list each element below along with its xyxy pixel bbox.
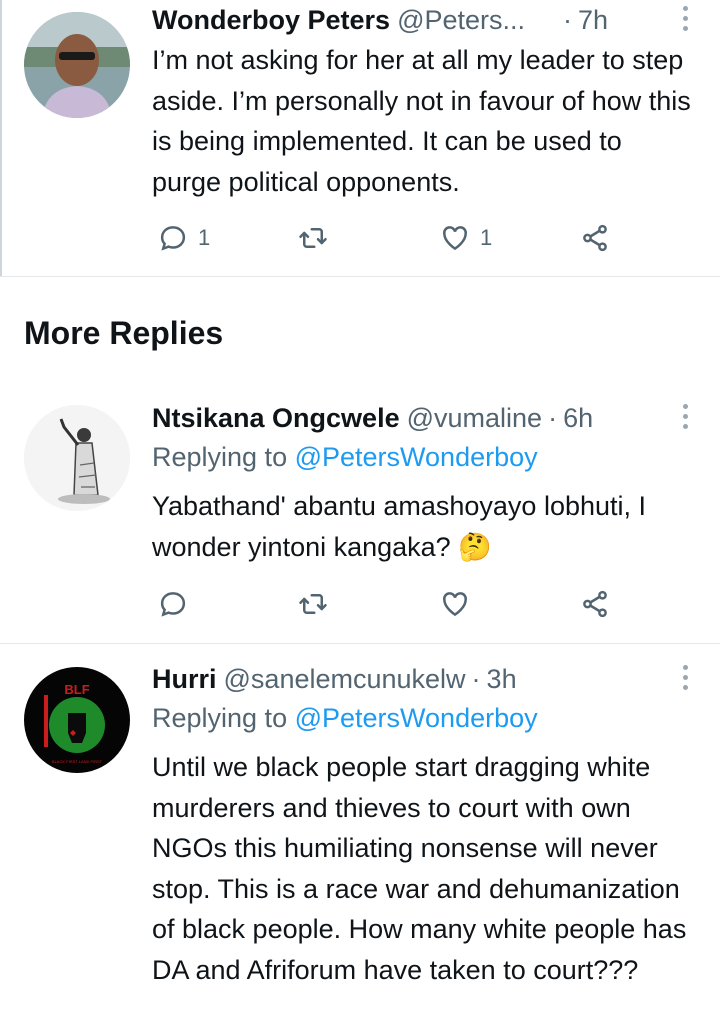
share-icon — [583, 224, 607, 252]
tweet-actions — [158, 584, 638, 624]
reply-icon — [160, 226, 186, 251]
timestamp[interactable]: 7h — [578, 5, 608, 36]
share-button[interactable] — [580, 218, 610, 258]
more-icon[interactable] — [680, 665, 690, 695]
display-name[interactable]: Hurri — [152, 664, 217, 695]
mention-link[interactable]: @PetersWonderboy — [295, 703, 538, 733]
retweet-button[interactable] — [298, 218, 328, 258]
avatar[interactable] — [24, 12, 130, 118]
like-button[interactable] — [440, 584, 470, 624]
tweet-ntsikana[interactable]: Ntsikana Ongcwele @vumaline · 6h Replyin… — [0, 398, 720, 643]
like-icon — [443, 226, 467, 251]
tweet-wonderboy[interactable]: Wonderboy Peters @Peters... · 7h I’m not… — [0, 0, 720, 276]
tweet-text: I’m not asking for her at all my leader … — [152, 45, 691, 197]
avatar-logo-text: BLF — [64, 682, 89, 697]
retweet-icon — [299, 594, 327, 614]
more-icon[interactable] — [680, 6, 690, 36]
replying-to: Replying to @PetersWonderboy — [152, 703, 538, 734]
avatar-logo-caption: BLACK FIRST LAND FIRST — [52, 759, 103, 764]
replying-to: Replying to @PetersWonderboy — [152, 442, 538, 473]
tweet-header: Wonderboy Peters @Peters... · 7h — [152, 0, 608, 40]
divider — [0, 643, 720, 644]
user-handle[interactable]: @Peters... — [397, 5, 525, 36]
separator-dot: · — [548, 402, 558, 433]
replying-to-label: Replying to — [152, 703, 295, 733]
separator-dot: · — [471, 663, 481, 694]
tweet-hurri[interactable]: BLF BLACK FIRST LAND FIRST Hurri @sanele… — [0, 659, 720, 1028]
user-handle[interactable]: @sanelemcunukelw — [224, 664, 466, 695]
like-count: 1 — [480, 225, 493, 250]
more-replies-heading: More Replies — [24, 315, 224, 351]
avatar[interactable] — [24, 405, 130, 511]
tweet-header: Ntsikana Ongcwele @vumaline · 6h — [152, 398, 593, 438]
share-icon — [583, 590, 607, 618]
reply-count: 1 — [198, 225, 211, 250]
like-button[interactable]: 1 — [440, 218, 492, 258]
reply-button[interactable]: 1 — [158, 218, 210, 258]
timestamp[interactable]: 6h — [563, 403, 593, 434]
separator-dot: · — [563, 4, 573, 35]
like-icon — [443, 592, 467, 617]
reply-button[interactable] — [158, 584, 188, 624]
tweet-text: Until we black people start dragging whi… — [152, 752, 687, 985]
reply-icon — [160, 592, 186, 617]
tweet-actions: 1 1 — [158, 218, 638, 258]
display-name[interactable]: Ntsikana Ongcwele — [152, 403, 400, 434]
user-handle[interactable]: @vumaline — [407, 403, 542, 434]
mention-link[interactable]: @PetersWonderboy — [295, 442, 538, 472]
retweet-icon — [299, 228, 327, 248]
more-icon[interactable] — [680, 404, 690, 434]
share-button[interactable] — [580, 584, 610, 624]
avatar[interactable]: BLF BLACK FIRST LAND FIRST — [24, 667, 130, 773]
divider — [0, 276, 720, 277]
replying-to-label: Replying to — [152, 442, 295, 472]
display-name[interactable]: Wonderboy Peters — [152, 5, 390, 36]
retweet-button[interactable] — [298, 584, 328, 624]
timestamp[interactable]: 3h — [487, 664, 517, 695]
tweet-text: Yabathand' abantu amashoyayo lobhuti, I … — [152, 491, 647, 562]
tweet-header: Hurri @sanelemcunukelw · 3h — [152, 659, 517, 699]
